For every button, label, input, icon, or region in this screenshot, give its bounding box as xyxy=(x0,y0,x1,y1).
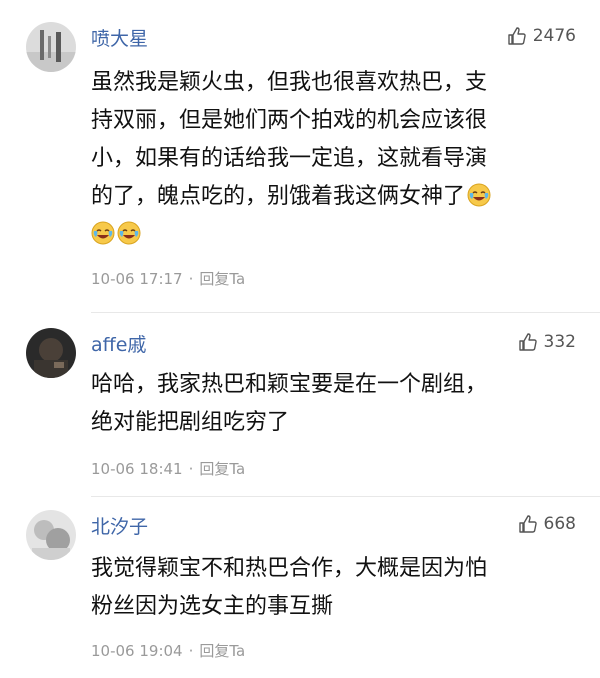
comment-body: 我觉得颖宝不和热巴合作，大概是因为怕 粉丝因为选女主的事互撕 xyxy=(91,550,581,626)
avatar-image xyxy=(26,510,76,560)
comment-line: 哈哈，我家热巴和颖宝要是在一个剧组， xyxy=(91,372,488,397)
crying-laughing-emoji-icon xyxy=(117,221,141,245)
comment-line-with-emoji: 的了，魄点吃的，别饿着我这俩女神了 xyxy=(91,178,581,216)
crying-laughing-emoji-icon xyxy=(91,221,115,245)
avatar[interactable] xyxy=(26,328,76,378)
comment-item: 喷大星 2476 虽然我是颖火虫，但我也很喜欢热巴，支 持双丽，但是她们两个拍戏… xyxy=(0,0,600,320)
comment-line: 绝对能把剧组吃穷了 xyxy=(91,410,290,435)
meta-separator: · xyxy=(188,642,194,660)
comment-body: 哈哈，我家热巴和颖宝要是在一个剧组， 绝对能把剧组吃穷了 xyxy=(91,366,581,442)
thumbs-up-icon xyxy=(508,27,526,45)
avatar-image xyxy=(26,328,76,378)
comment-line-emoji-row xyxy=(91,216,581,254)
comment-line-text: 的了，魄点吃的，别饿着我这俩女神了 xyxy=(91,184,466,209)
reply-button[interactable]: 回复Ta xyxy=(199,460,245,478)
comment-line: 小，如果有的话给我一定追，这就看导演 xyxy=(91,146,488,171)
timestamp: 10-06 18:41 xyxy=(91,460,183,478)
avatar-image xyxy=(26,22,76,72)
timestamp: 10-06 19:04 xyxy=(91,642,183,660)
comment-meta: 10-06 18:41 · 回复Ta xyxy=(91,458,245,479)
comment-meta: 10-06 17:17 · 回复Ta xyxy=(91,268,245,289)
username[interactable]: 北汐子 xyxy=(91,512,148,539)
divider xyxy=(91,496,600,497)
like-count: 332 xyxy=(543,332,576,352)
comment-line: 虽然我是颖火虫，但我也很喜欢热巴，支 xyxy=(91,70,488,95)
comment-meta: 10-06 19:04 · 回复Ta xyxy=(91,640,245,661)
reply-button[interactable]: 回复Ta xyxy=(199,270,245,288)
meta-separator: · xyxy=(188,270,194,288)
like-button[interactable]: 668 xyxy=(518,514,576,534)
avatar[interactable] xyxy=(26,22,76,72)
like-button[interactable]: 2476 xyxy=(507,26,576,46)
like-button[interactable]: 332 xyxy=(518,332,576,352)
comment-list: 喷大星 2476 虽然我是颖火虫，但我也很喜欢热巴，支 持双丽，但是她们两个拍戏… xyxy=(0,0,600,678)
thumbs-up-icon xyxy=(518,333,537,351)
username[interactable]: 喷大星 xyxy=(91,24,148,51)
divider xyxy=(91,312,600,313)
thumbs-up-icon xyxy=(518,515,537,533)
comment-body: 虽然我是颖火虫，但我也很喜欢热巴，支 持双丽，但是她们两个拍戏的机会应该很 小，… xyxy=(91,64,581,254)
avatar[interactable] xyxy=(26,510,76,560)
comment-line: 持双丽，但是她们两个拍戏的机会应该很 xyxy=(91,108,488,133)
meta-separator: · xyxy=(188,460,194,478)
like-count: 668 xyxy=(543,514,576,534)
comment-line: 粉丝因为选女主的事互撕 xyxy=(91,594,334,619)
timestamp: 10-06 17:17 xyxy=(91,270,183,288)
reply-button[interactable]: 回复Ta xyxy=(199,642,245,660)
username[interactable]: affe戚 xyxy=(91,330,146,357)
crying-laughing-emoji-icon xyxy=(467,183,491,207)
like-count: 2476 xyxy=(532,26,576,46)
comment-line: 我觉得颖宝不和热巴合作，大概是因为怕 xyxy=(91,556,488,581)
